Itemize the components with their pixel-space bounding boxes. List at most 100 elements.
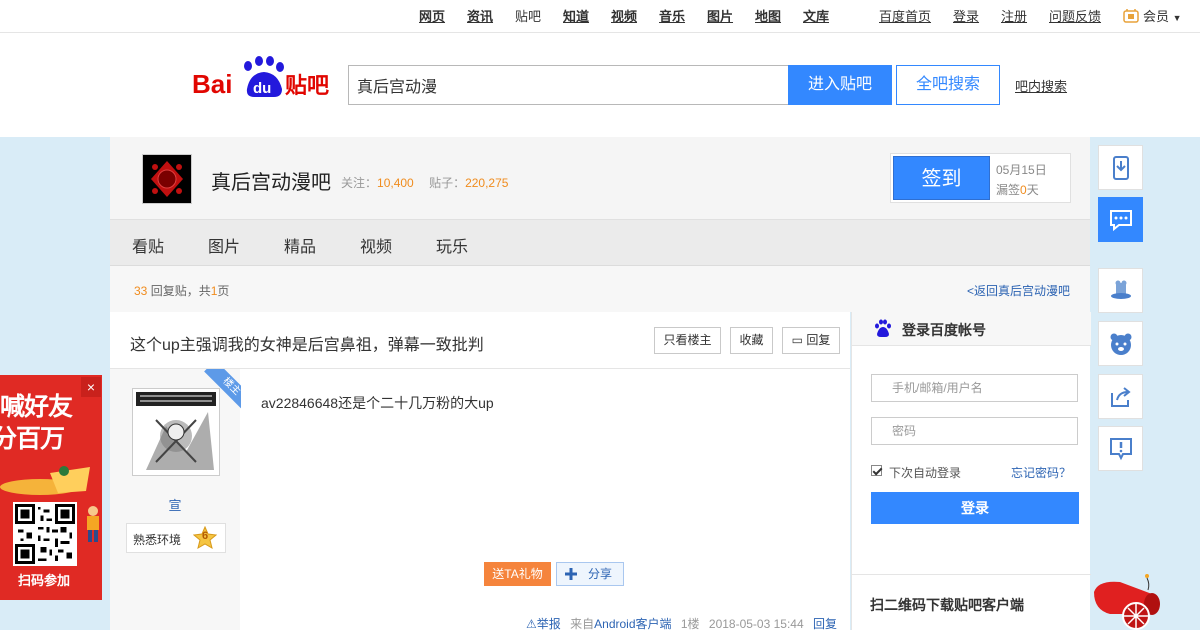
share-button[interactable]: 分享 bbox=[556, 562, 624, 586]
share-icon bbox=[1111, 387, 1131, 407]
app-download-section: 扫二维码下载贴吧客户端 bbox=[852, 574, 1091, 630]
top-navigation: 网页 资讯 贴吧 知道 视频 音乐 图片 地图 文库 百度首页 登录 注册 问题… bbox=[0, 0, 1200, 33]
share-page-button[interactable] bbox=[1098, 374, 1143, 419]
reply-label: 回复贴，共 bbox=[150, 284, 211, 298]
sign-in-button[interactable]: 签到 bbox=[893, 156, 990, 200]
feedback-button[interactable] bbox=[1098, 426, 1143, 471]
bear-mascot-button[interactable] bbox=[1098, 321, 1143, 366]
chevron-down-icon: ▼ bbox=[1172, 13, 1182, 23]
magic-hat-button[interactable] bbox=[1098, 268, 1143, 313]
phone-download-icon bbox=[1113, 156, 1129, 180]
search-input[interactable] bbox=[348, 65, 789, 105]
forgot-password-link[interactable]: 忘记密码？ bbox=[1011, 464, 1071, 481]
send-gift-button[interactable]: 送TA礼物 bbox=[484, 562, 551, 586]
post-content: av22846648还是个二十几万粉的大up bbox=[261, 395, 494, 411]
author-name[interactable]: 宣 bbox=[110, 495, 240, 514]
enter-forum-button[interactable]: 进入贴吧 bbox=[788, 65, 892, 105]
search-in-forum-link[interactable]: 吧内搜索 bbox=[1015, 76, 1067, 95]
host-ribbon: 楼主 bbox=[197, 369, 241, 413]
floor-number: 1楼 bbox=[680, 617, 700, 630]
svg-text:du: du bbox=[253, 80, 271, 97]
missed-label: 漏签 bbox=[996, 183, 1021, 197]
only-host-button[interactable]: 只看楼主 bbox=[654, 327, 721, 354]
search-all-button[interactable]: 全吧搜索 bbox=[896, 65, 1000, 105]
chat-icon bbox=[1110, 210, 1132, 232]
forum-avatar[interactable] bbox=[142, 154, 192, 204]
nav-link-web[interactable]: 网页 bbox=[419, 9, 445, 25]
bear-icon bbox=[1110, 333, 1132, 355]
login-panel: 登录百度帐号 手机/邮箱/用户名 密码 下次自动登录 忘记密码？ 登录 扫二维码… bbox=[851, 312, 1091, 630]
tab-featured[interactable]: 精品 bbox=[284, 233, 316, 257]
ad-call-to-action[interactable]: 扫码参加 bbox=[0, 570, 88, 589]
forum-stats: 关注：10,400 贴子：220,275 bbox=[341, 174, 508, 191]
nav-link-tieba[interactable]: 贴吧 bbox=[515, 9, 541, 25]
baidu-tieba-logo[interactable]: Bai du 贴吧 bbox=[192, 55, 332, 101]
nav-link-zhidao[interactable]: 知道 bbox=[563, 9, 589, 25]
level-number: 6 bbox=[201, 530, 209, 542]
thread-title-bar: 这个up主强调我的女神是后宫鼻祖，弹幕一致批判 只看楼主 收藏 ▭ 回复 bbox=[110, 312, 850, 369]
register-link[interactable]: 注册 bbox=[1001, 9, 1027, 25]
plus-icon bbox=[565, 568, 577, 580]
login-link[interactable]: 登录 bbox=[953, 9, 979, 25]
ad-character-icon bbox=[87, 506, 99, 542]
warning-icon: ⚠ bbox=[526, 617, 537, 630]
thread-title: 这个up主强调我的女神是后宫鼻祖，弹幕一致批判 bbox=[130, 337, 484, 354]
nav-link-video[interactable]: 视频 bbox=[611, 9, 637, 25]
nav-link-images[interactable]: 图片 bbox=[707, 9, 733, 25]
post-meta: ⚠举报 来自Android客户端 1楼 2018-05-03 15:44 回复 bbox=[526, 615, 837, 630]
password-input[interactable]: 密码 bbox=[871, 417, 1078, 445]
nav-link-music[interactable]: 音乐 bbox=[659, 9, 685, 25]
client-source-link[interactable]: Android客户端 bbox=[594, 617, 671, 630]
remember-checkbox[interactable] bbox=[871, 465, 882, 476]
tab-video[interactable]: 视频 bbox=[360, 233, 392, 257]
comment-icon: ▭ bbox=[791, 333, 803, 347]
qr-download-title: 扫二维码下载贴吧客户端 bbox=[870, 597, 1024, 613]
follow-count: 10,400 bbox=[377, 176, 414, 190]
username-input[interactable]: 手机/邮箱/用户名 bbox=[871, 374, 1078, 402]
reply-button[interactable]: ▭ 回复 bbox=[782, 327, 840, 354]
nav-link-wenku[interactable]: 文库 bbox=[803, 9, 829, 25]
page-unit: 页 bbox=[217, 284, 230, 298]
missed-unit: 天 bbox=[1026, 183, 1039, 197]
sign-date: 05月15日 bbox=[996, 163, 1047, 177]
posts-label: 贴子： bbox=[429, 176, 466, 190]
ad-decoration-icon bbox=[0, 466, 90, 495]
reply-count: 33 回复贴，共1页 bbox=[134, 282, 229, 299]
reply-button-label: 回复 bbox=[806, 333, 831, 347]
ad-headline-2: 分百万 bbox=[0, 425, 65, 453]
level-badge[interactable]: 熟悉环境 6 bbox=[126, 523, 226, 553]
remember-label: 下次自动登录 bbox=[889, 466, 962, 480]
baidu-home-link[interactable]: 百度首页 bbox=[879, 9, 931, 25]
forum-name[interactable]: 真后宫动漫吧 bbox=[211, 166, 331, 195]
login-submit-button[interactable]: 登录 bbox=[871, 492, 1079, 524]
post-reply-link[interactable]: 回复 bbox=[813, 617, 837, 630]
feedback-link[interactable]: 问题反馈 bbox=[1049, 9, 1101, 25]
member-link[interactable]: 会员 ▼ bbox=[1143, 9, 1182, 26]
report-link[interactable]: 举报 bbox=[537, 617, 561, 630]
floating-ad[interactable]: 喊好友 分百万 × 扫码参加 bbox=[0, 375, 102, 600]
reply-number: 33 bbox=[134, 284, 148, 298]
exclamation-bubble-icon bbox=[1110, 438, 1132, 461]
nav-link-news[interactable]: 资讯 bbox=[467, 9, 493, 25]
cannon-mascot-icon[interactable] bbox=[1090, 570, 1165, 630]
tab-posts[interactable]: 看贴 bbox=[132, 233, 164, 257]
header: Bai du 贴吧 进入贴吧 全吧搜索 吧内搜索 bbox=[0, 33, 1200, 137]
download-app-button[interactable] bbox=[1098, 145, 1143, 190]
magic-hat-icon bbox=[1111, 280, 1131, 299]
nav-link-map[interactable]: 地图 bbox=[755, 9, 781, 25]
back-to-forum-link[interactable]: <返回真后宫动漫吧 bbox=[967, 282, 1070, 299]
post-area: 这个up主强调我的女神是后宫鼻祖，弹幕一致批判 只看楼主 收藏 ▭ 回复 宣 熟… bbox=[110, 312, 850, 630]
sign-in-box: 签到 05月15日 漏签0天 bbox=[890, 153, 1071, 203]
member-icon[interactable] bbox=[1123, 8, 1139, 28]
ad-close-button[interactable]: × bbox=[81, 377, 101, 397]
post-time: 2018-05-03 15:44 bbox=[708, 617, 804, 630]
favorite-button[interactable]: 收藏 bbox=[730, 327, 773, 354]
message-button[interactable] bbox=[1098, 197, 1143, 242]
svg-text:Bai: Bai bbox=[192, 69, 232, 99]
svg-text:贴吧: 贴吧 bbox=[285, 73, 329, 99]
tab-images[interactable]: 图片 bbox=[208, 233, 240, 257]
login-header: 登录百度帐号 bbox=[852, 312, 1091, 346]
tab-fun[interactable]: 玩乐 bbox=[436, 233, 468, 257]
level-name: 熟悉环境 bbox=[133, 533, 182, 547]
forum-tabs: 看贴 图片 精品 视频 玩乐 bbox=[110, 220, 1090, 266]
